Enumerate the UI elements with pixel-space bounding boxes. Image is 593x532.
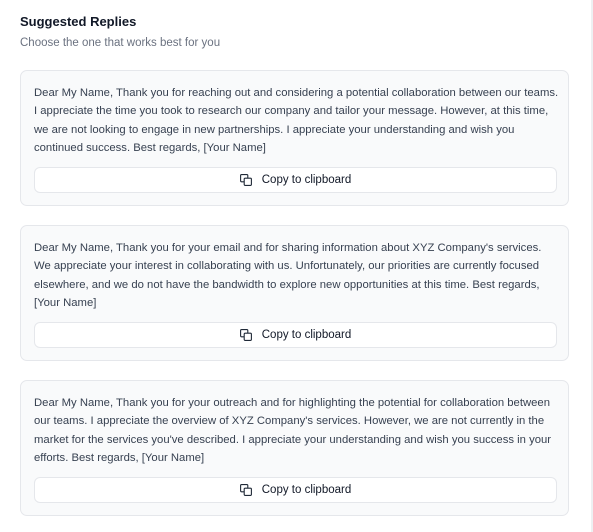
- copy-button-label: Copy to clipboard: [261, 174, 352, 186]
- copy-icon: [239, 329, 252, 341]
- reply-card: Dear My Name, Thank you for your outreac…: [20, 380, 569, 516]
- copy-to-clipboard-button[interactable]: Copy to clipboard: [34, 167, 557, 193]
- copy-button-label: Copy to clipboard: [261, 484, 352, 496]
- reply-text: Dear My Name, Thank you for reaching out…: [34, 87, 559, 154]
- copy-button-label: Copy to clipboard: [261, 329, 352, 341]
- suggested-replies-panel: Suggested Replies Choose the one that wo…: [0, 0, 593, 532]
- reply-card: Dear My Name, Thank you for your email a…: [20, 225, 569, 361]
- panel-subtitle: Choose the one that works best for you: [20, 37, 221, 49]
- reply-card: Dear My Name, Thank you for reaching out…: [20, 70, 569, 206]
- panel-title: Suggested Replies: [20, 14, 137, 29]
- copy-to-clipboard-button[interactable]: Copy to clipboard: [34, 322, 557, 348]
- copy-icon: [239, 484, 252, 496]
- reply-text: Dear My Name, Thank you for your outreac…: [34, 397, 552, 464]
- reply-text: Dear My Name, Thank you for your email a…: [34, 242, 542, 309]
- copy-icon: [239, 174, 252, 186]
- copy-to-clipboard-button[interactable]: Copy to clipboard: [34, 477, 557, 503]
